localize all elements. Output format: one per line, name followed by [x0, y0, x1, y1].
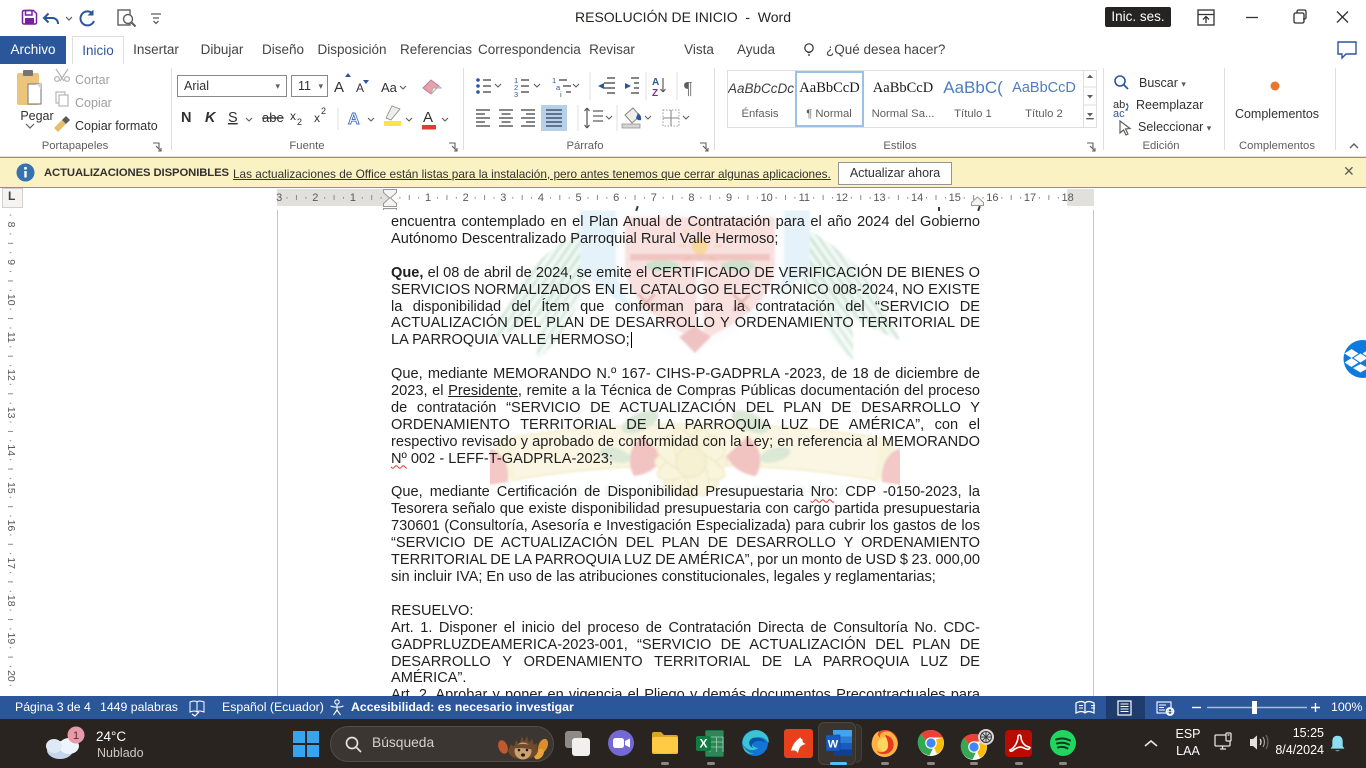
svg-text:X: X [699, 737, 707, 751]
svg-text:A: A [334, 79, 344, 96]
svg-text:4: 4 [538, 192, 544, 204]
svg-text:7: 7 [651, 192, 657, 204]
svg-text:10: 10 [761, 192, 773, 204]
svg-text:A: A [356, 81, 364, 95]
svg-text:17: 17 [5, 557, 17, 569]
svg-text:ac: ac [1113, 108, 1125, 120]
svg-text:18: 18 [1062, 192, 1074, 204]
svg-text:x: x [314, 111, 320, 125]
svg-text:20: 20 [5, 670, 17, 682]
svg-text:¶: ¶ [684, 78, 692, 98]
svg-text:2: 2 [312, 192, 318, 204]
svg-text:16: 16 [5, 520, 17, 532]
svg-text:W: W [828, 739, 839, 751]
svg-text:3: 3 [276, 192, 282, 204]
svg-text:11: 11 [5, 332, 17, 343]
svg-text:18: 18 [5, 595, 17, 607]
svg-text:2: 2 [297, 117, 302, 127]
svg-text:1: 1 [425, 192, 431, 204]
svg-text:Aa: Aa [381, 80, 398, 95]
svg-text:8: 8 [5, 222, 17, 228]
svg-text:9: 9 [726, 192, 732, 204]
svg-text:15: 15 [5, 482, 17, 494]
svg-text:8: 8 [688, 192, 694, 204]
svg-text:11: 11 [799, 192, 810, 204]
svg-text:N: N [181, 110, 191, 126]
svg-text:12: 12 [836, 192, 848, 204]
svg-text:13: 13 [5, 407, 17, 419]
svg-text:A: A [652, 77, 659, 88]
svg-text:1: 1 [73, 730, 79, 742]
svg-text:K: K [205, 110, 217, 126]
svg-text:2: 2 [321, 106, 326, 116]
svg-text:14: 14 [5, 444, 17, 456]
svg-text:12: 12 [5, 369, 17, 381]
svg-text:3: 3 [514, 90, 518, 99]
svg-text:6: 6 [613, 192, 619, 204]
svg-text:3: 3 [500, 192, 506, 204]
svg-text:13: 13 [873, 192, 885, 204]
svg-text:Z: Z [652, 88, 658, 99]
svg-text:x: x [290, 109, 296, 123]
svg-text:2: 2 [463, 192, 469, 204]
svg-text:A: A [348, 111, 360, 128]
svg-text:S: S [228, 110, 238, 126]
svg-text:10: 10 [5, 294, 17, 306]
svg-text:15: 15 [949, 192, 961, 204]
svg-text:i: i [560, 90, 562, 99]
svg-text:19: 19 [5, 632, 17, 644]
svg-text:9: 9 [5, 259, 17, 265]
svg-text:14: 14 [911, 192, 923, 204]
svg-text:16: 16 [986, 192, 998, 204]
svg-text:5: 5 [576, 192, 582, 204]
svg-text:abe: abe [262, 110, 284, 125]
svg-text:1: 1 [350, 192, 356, 204]
svg-text:A: A [423, 109, 433, 126]
svg-text:17: 17 [1024, 192, 1036, 204]
